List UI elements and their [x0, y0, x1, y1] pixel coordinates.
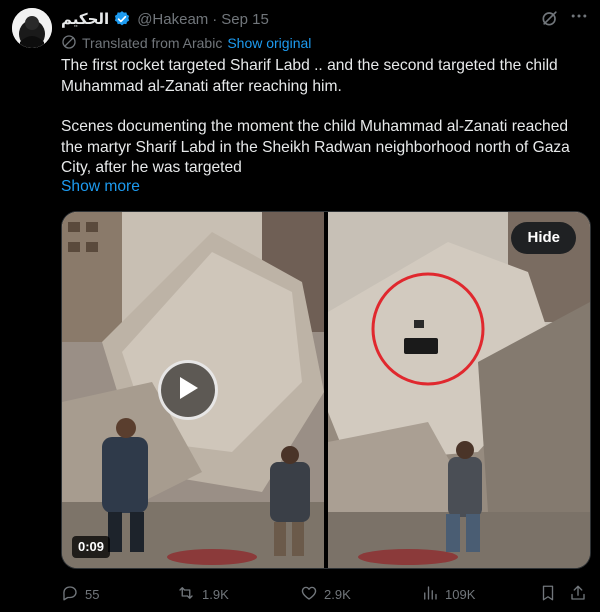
like-count: 2.9K: [324, 586, 351, 602]
show-original-link[interactable]: Show original: [227, 35, 311, 51]
bookmark-button[interactable]: [539, 582, 563, 606]
more-icon[interactable]: [568, 6, 590, 28]
translated-label: Translated from Arabic: [82, 35, 223, 51]
media-container: 0:09 Hide: [61, 211, 591, 569]
views-icon: [421, 584, 445, 605]
views-count: 109K: [445, 586, 476, 602]
verified-badge-icon: [113, 10, 131, 28]
author-handle[interactable]: @Hakeam: [137, 11, 208, 28]
bookmark-icon: [539, 584, 563, 605]
avatar[interactable]: [12, 8, 52, 48]
share-button[interactable]: [569, 582, 593, 606]
grok-icon[interactable]: [540, 8, 560, 28]
hide-button[interactable]: Hide: [511, 222, 576, 254]
translation-notice: Translated from Arabic Show original: [61, 34, 311, 52]
reply-button[interactable]: 55: [61, 582, 99, 606]
share-icon: [569, 584, 593, 605]
show-more-link[interactable]: Show more: [61, 178, 140, 196]
play-icon: [176, 375, 200, 406]
post-paragraph: Scenes documenting the moment the child …: [61, 118, 570, 176]
repost-icon: [176, 584, 202, 605]
video-duration: 0:09: [72, 536, 111, 558]
reply-count: 55: [85, 586, 100, 602]
like-icon: [300, 584, 324, 605]
image-frame: [328, 212, 590, 568]
translate-icon: [61, 34, 82, 53]
separator: ·: [212, 10, 218, 28]
post-text: The first rocket targeted Sharif Labd ..…: [61, 56, 591, 179]
action-bar: 55 1.9K 2.9K 109K: [61, 582, 591, 606]
reply-icon: [61, 584, 85, 605]
like-button[interactable]: 2.9K: [300, 582, 351, 606]
repost-button[interactable]: 1.9K: [176, 582, 229, 606]
video-thumbnail[interactable]: 0:09: [62, 212, 324, 568]
author-name[interactable]: الحكيم: [61, 10, 109, 28]
play-button[interactable]: [158, 360, 218, 420]
post-date[interactable]: Sep 15: [221, 11, 269, 28]
repost-count: 1.9K: [202, 586, 229, 602]
post-header: الحكيم @Hakeam · Sep 15: [61, 9, 269, 29]
image-thumbnail[interactable]: Hide: [328, 212, 590, 568]
post-paragraph: The first rocket targeted Sharif Labd ..…: [61, 57, 558, 95]
views-button[interactable]: 109K: [421, 582, 475, 606]
